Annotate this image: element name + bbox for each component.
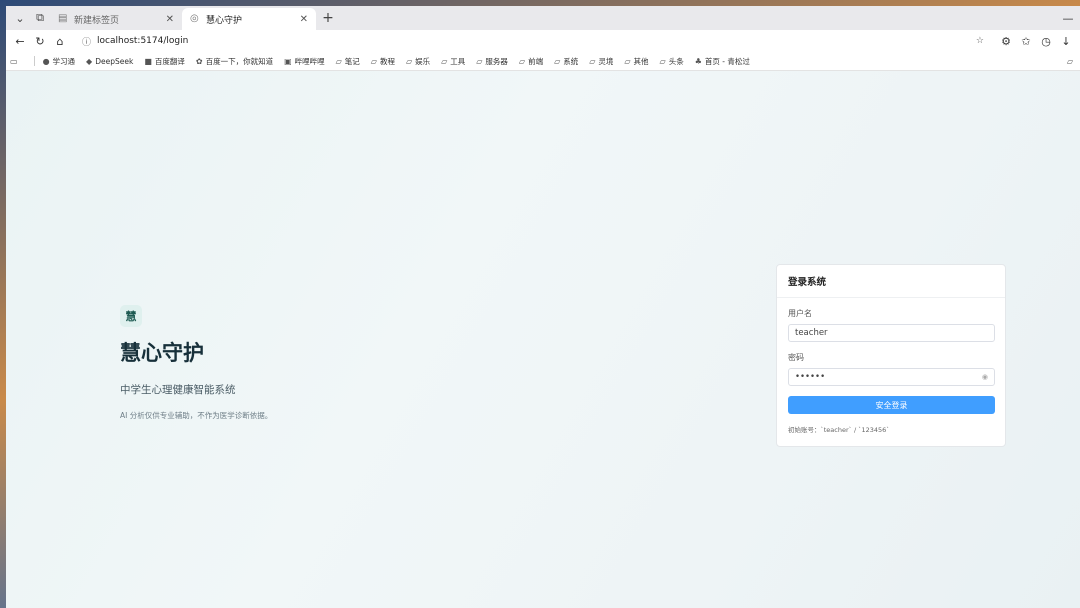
bookmark-label: 百度一下，你就知道	[205, 56, 274, 66]
bookmark-label: 系统	[563, 56, 579, 66]
site-icon: ●	[42, 56, 50, 66]
bookmark-item[interactable]: ◆ DeepSeek	[86, 57, 133, 66]
globe-icon: ◎	[190, 13, 199, 24]
history-icon[interactable]: ◷	[1036, 31, 1056, 51]
minimize-icon[interactable]: —	[1056, 12, 1080, 25]
bookmark-item[interactable]: ✿ 百度一下，你就知道	[196, 56, 273, 67]
info-icon[interactable]: ⓘ	[82, 35, 91, 48]
bookmark-folder[interactable]: ▱ 服务器	[476, 56, 508, 67]
browser-window: ⌄ ⧉ ▤ 新建标签页 ✕ ◎ 慧心守护 ✕ + — ← ↻ ⌂ ⓘ local…	[6, 6, 1080, 608]
password-value: ••••••	[795, 372, 826, 382]
login-card-title: 登录系统	[777, 265, 1005, 298]
folder-icon: ▱	[476, 56, 483, 66]
folder-icon: ▱	[441, 56, 448, 66]
other-bookmarks-folder[interactable]: ▱	[1067, 57, 1076, 66]
bookmarks-bar: ▭ ● 学习通 ◆ DeepSeek ■ 百度翻译 ✿ 百度一下，你就知道 ▣ 哔哩哔哩 …	[6, 52, 1080, 71]
window-controls: —	[1056, 12, 1080, 25]
password-input[interactable]: •••••• ◉	[788, 368, 995, 386]
bookmark-label: 百度翻译	[154, 56, 185, 66]
bookmark-folder[interactable]: ▱ 教程	[371, 56, 395, 67]
folder-icon: ▱	[405, 56, 413, 66]
site-icon: ■	[144, 56, 152, 66]
hero-title: 慧心守护	[120, 341, 204, 365]
url-text: localhost:5174/login	[97, 36, 189, 46]
hero-subtitle: 中学生心理健康智能系统	[120, 384, 236, 396]
site-icon: ♣	[694, 56, 702, 66]
bookmark-label: 笔记	[344, 56, 360, 66]
bookmark-label: 灵境	[598, 56, 614, 66]
default-account-hint: 初始账号：`teacher` / `123456`	[788, 426, 890, 434]
bookmark-folder[interactable]: ▱ 笔记	[336, 56, 360, 67]
logo-badge: 慧	[120, 305, 142, 327]
bookmarks-toggle-icon[interactable]: ▭	[10, 57, 21, 66]
username-label: 用户名	[788, 309, 812, 318]
site-icon: ◆	[86, 56, 93, 66]
folder-icon: ▱	[335, 56, 342, 66]
bookmark-label: 工具	[450, 56, 466, 66]
navigation-bar: ← ↻ ⌂ ⓘ localhost:5174/login ☆ ⚙ ✩ ◷ ↓	[6, 30, 1080, 52]
login-form: 用户名 teacher 密码 •••••• ◉ 安全登录 初始账号：`teach…	[777, 308, 1005, 434]
star-icon[interactable]: ☆	[976, 36, 984, 46]
workspaces-icon[interactable]: ⧉	[30, 8, 50, 28]
username-value: teacher	[795, 328, 828, 338]
login-button[interactable]: 安全登录	[788, 396, 995, 414]
folder-icon: ▱	[370, 56, 377, 66]
hero-section: 慧 慧心守护 中学生心理健康智能系统 AI 分析仅供专业辅助，不作为医学诊断依据…	[120, 305, 272, 421]
home-icon[interactable]: ⌂	[50, 31, 70, 51]
tab-list-icon[interactable]: ⌄	[10, 8, 30, 28]
tab-huixin[interactable]: ◎ 慧心守护 ✕	[182, 8, 316, 30]
favorites-icon[interactable]: ✩	[1016, 31, 1036, 51]
bookmark-label: 服务器	[485, 56, 508, 66]
bookmark-label: DeepSeek	[95, 56, 134, 66]
login-card: 登录系统 用户名 teacher 密码 •••••• ◉ 安全登录 初始账号：`…	[776, 264, 1006, 447]
page-icon: ▤	[58, 13, 68, 24]
bookmark-folder[interactable]: ▱ 工具	[441, 56, 465, 67]
password-label: 密码	[788, 353, 804, 362]
folder-icon: ▱	[624, 56, 631, 66]
username-input[interactable]: teacher	[788, 324, 995, 342]
bookmark-label: 哔哩哔哩	[294, 56, 325, 66]
folder-icon: ▱	[589, 56, 596, 66]
reload-icon[interactable]: ↻	[30, 31, 50, 51]
bookmark-label: 其他	[633, 56, 649, 66]
bookmark-item[interactable]: ♣ 首页 - 青松过	[695, 56, 750, 67]
extensions-icon[interactable]: ⚙	[996, 31, 1016, 51]
bookmark-folder[interactable]: ▱ 其他	[624, 56, 648, 67]
bookmark-label: 娱乐	[415, 56, 431, 66]
bookmark-item[interactable]: ■ 百度翻译	[144, 56, 185, 67]
bookmark-item[interactable]: ▣ 哔哩哔哩	[284, 56, 325, 67]
back-icon[interactable]: ←	[10, 31, 30, 51]
bookmark-label: 首页 - 青松过	[704, 56, 750, 66]
hero-disclaimer: AI 分析仅供专业辅助，不作为医学诊断依据。	[120, 411, 273, 420]
bookmark-folder[interactable]: ▱ 娱乐	[406, 56, 430, 67]
tab-bar: ⌄ ⧉ ▤ 新建标签页 ✕ ◎ 慧心守护 ✕ + —	[6, 6, 1080, 30]
bookmark-label: 学习通	[52, 56, 76, 66]
eye-icon[interactable]: ◉	[982, 373, 988, 381]
tab-title: 慧心守护	[206, 15, 243, 26]
new-tab-button[interactable]: +	[318, 8, 338, 28]
bookmark-item[interactable]: ● 学习通	[43, 56, 75, 67]
close-icon[interactable]: ✕	[166, 14, 174, 25]
folder-icon: ▱	[1066, 56, 1073, 66]
folder-icon: ▱	[659, 56, 666, 66]
site-icon: ▣	[284, 56, 292, 66]
folder-icon: ▱	[518, 56, 526, 66]
tab-title: 新建标签页	[74, 15, 120, 26]
bookmark-folder[interactable]: ▱ 系统	[554, 56, 578, 67]
bookmark-label: 头条	[668, 56, 684, 66]
bookmark-label: 教程	[379, 56, 395, 66]
folder-icon: ▱	[554, 56, 561, 66]
close-icon[interactable]: ✕	[300, 14, 308, 25]
download-icon[interactable]: ↓	[1056, 31, 1076, 51]
tab-new-tab[interactable]: ▤ 新建标签页 ✕	[50, 8, 182, 30]
site-icon: ✿	[195, 56, 203, 66]
login-page: 慧 慧心守护 中学生心理健康智能系统 AI 分析仅供专业辅助，不作为医学诊断依据…	[6, 71, 1080, 608]
divider	[33, 56, 35, 66]
bookmark-folder[interactable]: ▱ 头条	[660, 56, 684, 67]
address-bar[interactable]: ⓘ localhost:5174/login ☆	[76, 32, 990, 50]
bookmark-folder[interactable]: ▱ 灵境	[589, 56, 613, 67]
bookmark-label: 前端	[528, 56, 544, 66]
bookmark-folder[interactable]: ▱ 前端	[519, 56, 543, 67]
